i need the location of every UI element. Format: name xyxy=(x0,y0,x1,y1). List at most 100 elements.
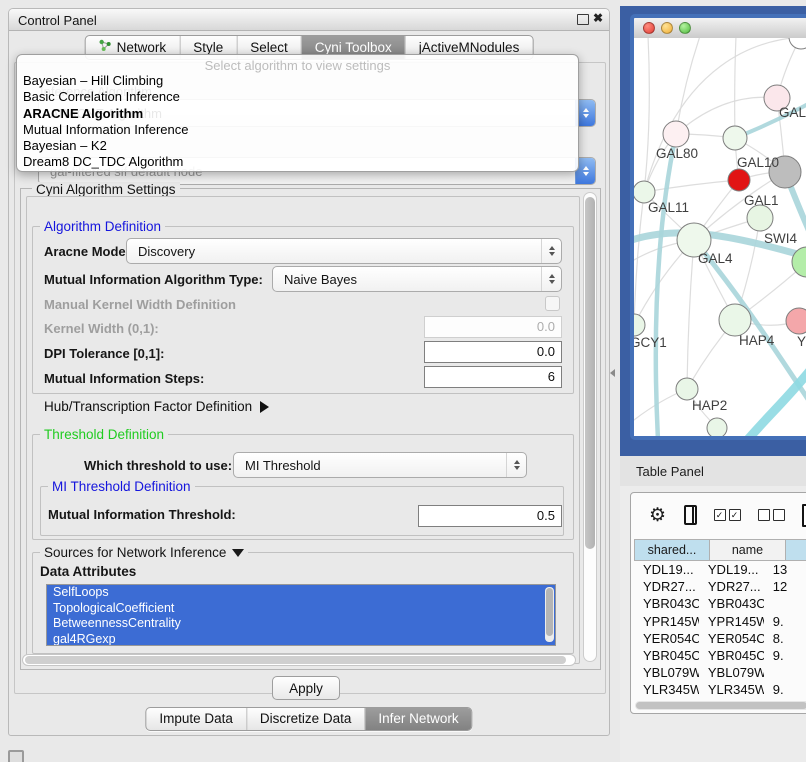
table-horizontal-scrollbar[interactable] xyxy=(635,701,806,710)
network-edge[interactable] xyxy=(687,240,694,389)
attribute-item[interactable]: gal4RGexp xyxy=(47,632,555,647)
table-toolbar: ⚙ ✓ ✓ xyxy=(631,493,806,537)
algorithm-option[interactable]: ARACNE Algorithm xyxy=(17,106,578,122)
table-row[interactable]: YBR045CYBR045C9. xyxy=(634,647,806,664)
network-node[interactable] xyxy=(719,304,751,336)
attribute-item[interactable]: SelfLoops xyxy=(47,585,555,601)
attribute-item[interactable]: TopologicalCoefficient xyxy=(47,601,555,617)
tab-label: Style xyxy=(193,40,223,55)
settings-horizontal-scrollbar[interactable] xyxy=(22,654,576,666)
manual-kernel-checkbox[interactable] xyxy=(545,296,560,311)
table-row[interactable]: YBR043CYBR043C xyxy=(634,595,806,612)
algorithm-option[interactable]: Bayesian – K2 xyxy=(17,138,578,154)
network-graph[interactable]: GALGAL80GAL10GAL11GAL1SWI4GAL4GCY1HAP4YH… xyxy=(634,38,806,436)
bottom-tabbar: Impute Data Discretize Data Infer Network xyxy=(145,707,472,731)
expand-arrow-icon xyxy=(260,401,269,413)
network-edge[interactable] xyxy=(735,38,736,138)
algorithm-dropdown-popup: Select algorithm to view settings Bayesi… xyxy=(16,54,579,172)
network-node[interactable] xyxy=(789,38,806,49)
tab-discretize-data[interactable]: Discretize Data xyxy=(246,708,365,730)
aracne-mode-combobox[interactable]: Discovery xyxy=(126,238,562,264)
sources-toggle[interactable]: Sources for Network Inference xyxy=(40,545,248,560)
mi-type-combobox[interactable]: Naive Bayes xyxy=(272,266,562,292)
algorithm-option[interactable]: Basic Correlation Inference xyxy=(17,89,578,105)
table-cell: YPR145W xyxy=(699,614,764,629)
control-panel-titlebar[interactable] xyxy=(9,9,609,31)
mi-threshold-field[interactable]: 0.5 xyxy=(418,505,562,527)
network-canvas[interactable]: GALGAL80GAL10GAL11GAL1SWI4GAL4GCY1HAP4YH… xyxy=(634,38,806,436)
network-node[interactable] xyxy=(728,169,750,191)
network-node[interactable] xyxy=(723,126,747,150)
data-attributes-list[interactable]: SelfLoopsTopologicalCoefficientBetweenne… xyxy=(46,584,556,646)
collapsed-panel-icon[interactable] xyxy=(8,750,24,762)
combo-stepper-icon xyxy=(541,239,561,263)
network-edge[interactable] xyxy=(656,134,676,436)
network-node[interactable] xyxy=(634,314,645,336)
table-row[interactable]: YDL19...YDL19...13 xyxy=(634,561,806,578)
hub-definition-toggle[interactable]: Hub/Transcription Factor Definition xyxy=(44,399,269,414)
network-window-titlebar[interactable] xyxy=(634,18,806,39)
algorithm-option[interactable]: Mutual Information Inference xyxy=(17,122,578,138)
mi-type-label: Mutual Information Algorithm Type: xyxy=(44,272,263,287)
checked-box-icon: ✓ xyxy=(729,509,741,521)
aracne-mode-label: Aracne Mode: xyxy=(44,244,130,259)
document-icon[interactable] xyxy=(802,504,806,527)
network-node[interactable] xyxy=(676,378,698,400)
network-edge[interactable] xyxy=(644,180,739,192)
node-label: HAP2 xyxy=(692,398,727,413)
table-rows: YDL19...YDL19...13YDR27...YDR27...12YBR0… xyxy=(634,561,806,699)
node-label: GAL11 xyxy=(648,200,689,215)
apply-button[interactable]: Apply xyxy=(272,676,340,700)
network-edge[interactable] xyxy=(644,38,649,192)
hub-definition-label: Hub/Transcription Factor Definition xyxy=(44,399,252,414)
table-cell: YBR043C xyxy=(634,596,699,611)
table-cell: YLR345W xyxy=(634,682,699,697)
table-row[interactable]: YDR27...YDR27...12 xyxy=(634,578,806,595)
algorithm-option[interactable]: Bayesian – Hill Climbing xyxy=(17,73,578,89)
network-node[interactable] xyxy=(747,205,773,231)
tab-infer-network[interactable]: Infer Network xyxy=(364,708,471,730)
tab-impute-data[interactable]: Impute Data xyxy=(146,708,246,730)
which-threshold-label: Which threshold to use: xyxy=(84,458,232,473)
network-node[interactable] xyxy=(707,418,727,436)
close-traffic-light-icon[interactable] xyxy=(643,22,655,34)
mi-threshold-group-title: MI Threshold Definition xyxy=(48,479,195,494)
column-header[interactable]: name xyxy=(710,539,786,561)
float-window-icon[interactable] xyxy=(577,14,589,25)
list-vertical-scrollbar[interactable] xyxy=(545,587,554,642)
kernel-width-field[interactable]: 0.0 xyxy=(424,316,562,338)
column-header[interactable]: A xyxy=(786,539,806,561)
table-row[interactable]: YER054CYER054C8. xyxy=(634,630,806,647)
zoom-traffic-light-icon[interactable] xyxy=(679,22,691,34)
table-row[interactable]: YLR345WYLR345W9. xyxy=(634,681,806,698)
network-node[interactable] xyxy=(663,121,689,147)
node-label: Y xyxy=(797,334,806,349)
mi-steps-field[interactable]: 6 xyxy=(424,366,562,388)
tab-label: Select xyxy=(250,40,288,55)
minimize-traffic-light-icon[interactable] xyxy=(661,22,673,34)
columns-view-icon[interactable] xyxy=(684,505,696,525)
gear-icon[interactable]: ⚙ xyxy=(649,506,666,525)
column-header[interactable]: shared... xyxy=(634,539,710,561)
settings-vertical-scrollbar[interactable] xyxy=(583,192,597,662)
tab-label: Network xyxy=(117,40,167,55)
screen: GALGAL80GAL10GAL11GAL1SWI4GAL4GCY1HAP4YH… xyxy=(0,0,806,762)
manual-kernel-label: Manual Kernel Width Definition xyxy=(44,297,236,312)
table-row[interactable]: YPR145WYPR145W9. xyxy=(634,613,806,630)
network-view-window[interactable]: GALGAL80GAL10GAL11GAL1SWI4GAL4GCY1HAP4YH… xyxy=(630,14,806,440)
network-edge[interactable] xyxy=(676,38,700,134)
select-all-checked-icon[interactable]: ✓ ✓ xyxy=(714,509,741,521)
network-node[interactable] xyxy=(786,308,806,334)
panel-collapse-arrow-icon[interactable] xyxy=(610,369,615,377)
attribute-item[interactable]: BetweennessCentrality xyxy=(47,616,555,632)
which-threshold-combobox[interactable]: MI Threshold xyxy=(233,452,527,478)
close-icon[interactable]: ✖ xyxy=(593,11,603,25)
table-row[interactable]: YBL079WYBL079W xyxy=(634,664,806,681)
node-label: GAL10 xyxy=(737,155,779,170)
select-none-icon[interactable] xyxy=(758,509,785,521)
algorithm-option[interactable]: Dream8 DC_TDC Algorithm xyxy=(17,154,578,170)
table-panel-header: Table Panel xyxy=(620,456,806,487)
dpi-tolerance-field[interactable]: 0.0 xyxy=(424,341,562,363)
table-row[interactable]: YIL052CYIL052C9 xyxy=(634,699,806,700)
tab-label: Discretize Data xyxy=(260,711,352,726)
